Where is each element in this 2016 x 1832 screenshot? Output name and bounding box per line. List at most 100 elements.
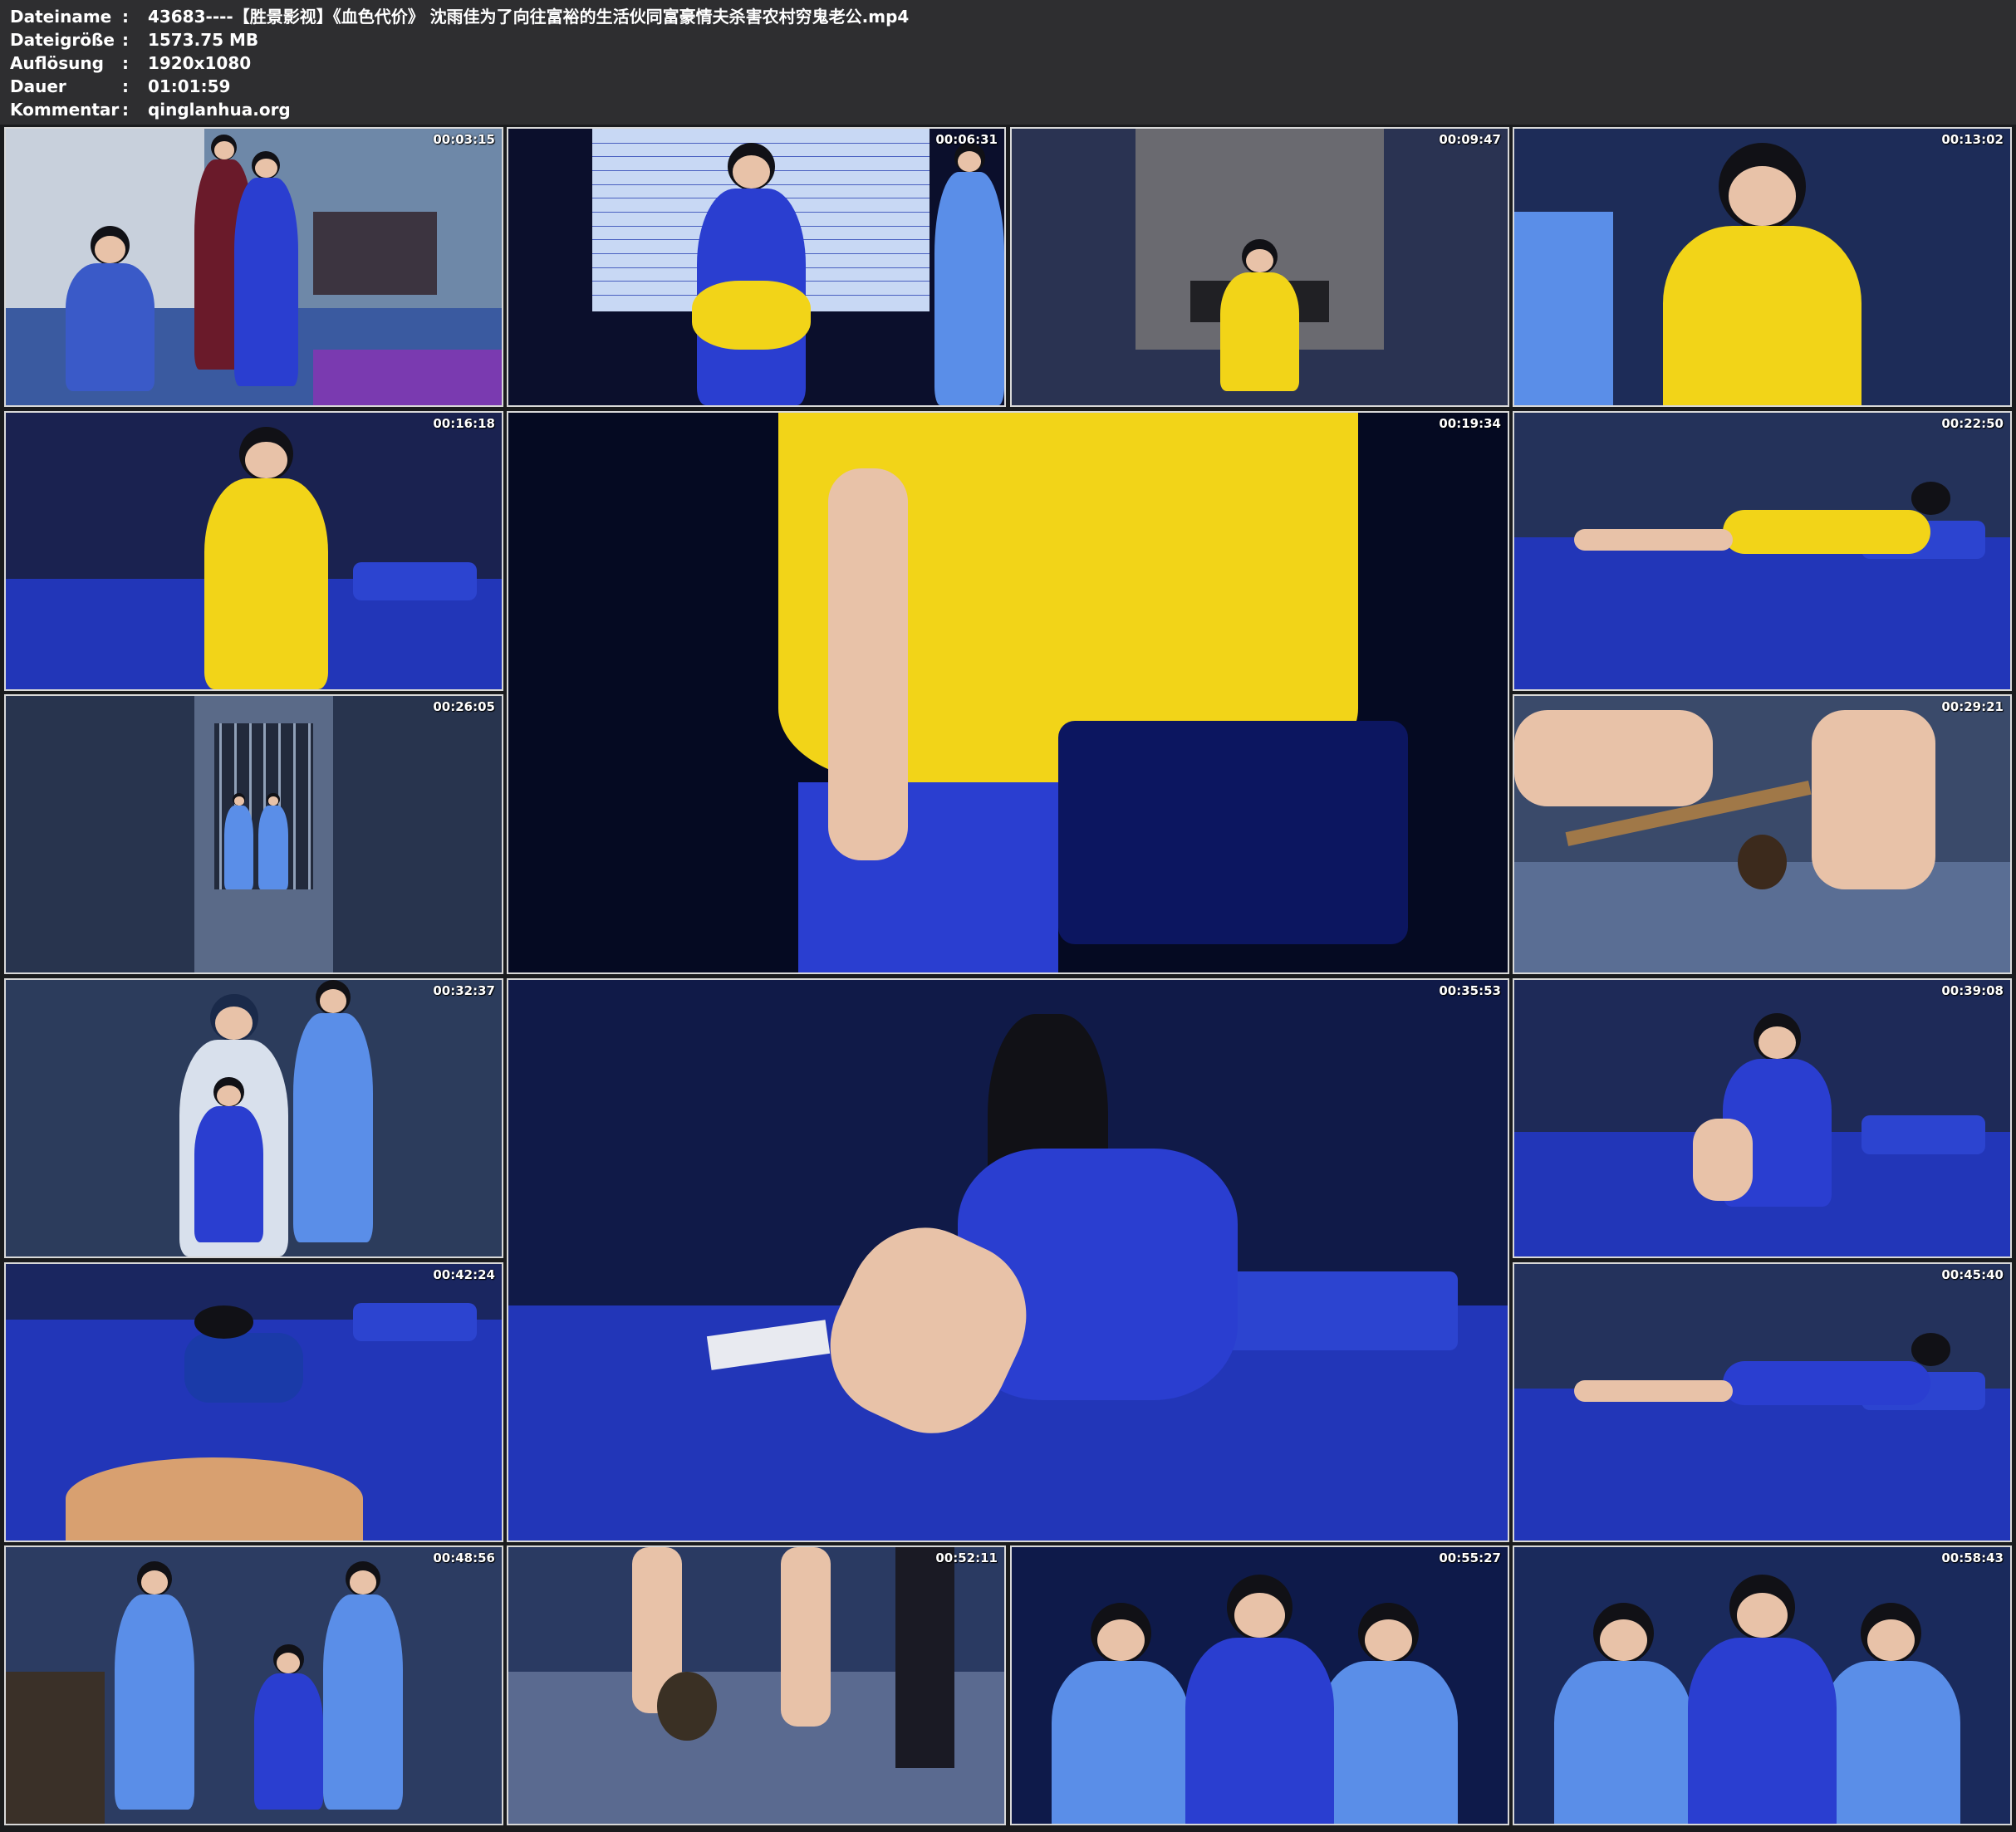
thumbnail-timestamp: 00:39:08 <box>1941 983 2004 998</box>
officer-embrace-face <box>215 1007 253 1040</box>
video-thumbnail[interactable]: 00:29:21 <box>1513 694 2012 974</box>
thumbnail-scene-interrogation <box>1012 129 1508 405</box>
woman-closeup-face <box>1728 166 1797 226</box>
meta-colon: : <box>121 76 129 96</box>
meta-colon: : <box>121 30 129 50</box>
thumbnail-timestamp: 00:22:50 <box>1941 416 2004 431</box>
thumbnail-timestamp: 00:29:21 <box>1941 699 2004 714</box>
video-thumbnail[interactable]: 00:19:34 <box>507 411 1509 974</box>
video-thumbnail[interactable]: 00:32:37 <box>4 978 503 1258</box>
meta-value-filename: 43683----【胜景影视】《血色代价》 沈雨佳为了向往富裕的生活伙同富豪情夫… <box>147 7 910 27</box>
woman-face <box>245 441 287 479</box>
officer-b-body <box>258 805 289 890</box>
desk <box>313 211 438 295</box>
video-thumbnail[interactable]: 00:13:02 <box>1513 127 2012 407</box>
height-line <box>592 142 930 144</box>
thumbnail-timestamp: 00:06:31 <box>935 132 998 147</box>
video-thumbnail[interactable]: 00:06:31 <box>507 127 1006 407</box>
thumbnail-scene-closeup-yellow <box>1514 129 2010 405</box>
bed <box>1514 536 2010 689</box>
thumbnail-scene-bed-lying <box>1514 413 2010 689</box>
woman-blue-body <box>233 178 299 386</box>
cell-bar <box>293 723 297 890</box>
anvil <box>1737 834 1788 890</box>
video-thumbnail[interactable]: 00:35:53 <box>507 978 1509 1542</box>
officer-standing-face <box>319 989 347 1014</box>
video-thumbnail[interactable]: 00:39:08 <box>1513 978 2012 1258</box>
woman-face <box>733 155 770 189</box>
cell-bar <box>218 723 222 890</box>
leg-right <box>781 1547 831 1727</box>
video-thumbnail[interactable]: 00:26:05 <box>4 694 503 974</box>
officer-left-body <box>115 1594 194 1810</box>
video-thumbnail[interactable]: 00:45:40 <box>1513 1262 2012 1542</box>
thumbnail-timestamp: 00:16:18 <box>433 416 495 431</box>
woman-head <box>194 1305 254 1339</box>
pillow <box>1208 1271 1458 1350</box>
video-thumbnail[interactable]: 00:22:50 <box>1513 411 2012 691</box>
officer-left-face <box>140 1570 169 1594</box>
thumbnail-timestamp: 00:13:02 <box>1941 132 2004 147</box>
officer-b-face <box>268 796 279 806</box>
woman-legs <box>1573 528 1733 551</box>
woman-legs <box>1573 1379 1733 1403</box>
meta-colon: : <box>121 53 129 73</box>
thumbnail-scene-group-standing <box>6 1547 502 1824</box>
woman-lying-body <box>1722 509 1931 554</box>
meta-colon: : <box>121 7 129 27</box>
thumbnail-scene-group-front-2 <box>1514 1547 2010 1824</box>
thumbnail-scene-room <box>6 129 502 405</box>
thumbnail-timestamp: 00:55:27 <box>1439 1550 1501 1565</box>
thumbnail-timestamp: 00:45:40 <box>1941 1267 2004 1282</box>
meta-value-comment: qinglanhua.org <box>147 100 291 120</box>
officer-a-body <box>223 805 254 890</box>
video-thumbnail[interactable]: 00:52:11 <box>507 1545 1006 1825</box>
officer-right-body <box>323 1594 403 1810</box>
officer-arm <box>1514 211 1614 405</box>
officer-legs <box>895 1547 955 1769</box>
officer-kneeling-face <box>95 236 125 263</box>
thumbnail-scene-officers <box>6 980 502 1256</box>
video-thumbnail[interactable]: 00:48:56 <box>4 1545 503 1825</box>
thumbnail-grid: 00:03:15 00:06:31 00:09:47 00:13:02 00:16:18… <box>0 125 2016 1832</box>
woman-head <box>1911 1333 1951 1367</box>
thumbnail-scene-bed-lying-2 <box>1514 1264 2010 1541</box>
pillow <box>352 1302 478 1342</box>
meta-row-resolution: Auflösung : 1920x1080 <box>10 51 251 75</box>
video-thumbnail[interactable]: 00:03:15 <box>4 127 503 407</box>
woman-lying-body <box>1722 1360 1931 1405</box>
officer-right-body <box>1319 1660 1459 1824</box>
prisoner-center-body <box>1185 1637 1335 1824</box>
woman-knees <box>65 1457 363 1541</box>
meta-row-filename: Dateiname : 43683----【胜景影视】《血色代价》 沈雨佳为了向… <box>10 5 909 28</box>
thumbnail-timestamp: 00:52:11 <box>935 1550 998 1565</box>
woman-body <box>204 478 329 689</box>
officer-left-face <box>1599 1619 1647 1661</box>
officer-right-face <box>349 1570 377 1594</box>
prisoner-center-face <box>1737 1592 1788 1638</box>
video-thumbnail[interactable]: 00:16:18 <box>4 411 503 691</box>
meta-value-duration: 01:01:59 <box>147 76 231 96</box>
thumbnail-scene-large-yellow <box>508 413 1508 972</box>
video-thumbnail[interactable]: 00:09:47 <box>1010 127 1509 407</box>
thumbnail-timestamp: 00:48:56 <box>433 1550 495 1565</box>
thumbnail-scene-height-chart <box>508 129 1004 405</box>
prisoner-center-body <box>1687 1637 1837 1824</box>
officer-right-face <box>1867 1619 1915 1661</box>
bed <box>1514 1388 2010 1541</box>
video-thumbnail[interactable]: 00:58:43 <box>1513 1545 2012 1825</box>
thumbnail-timestamp: 00:42:24 <box>433 1267 495 1282</box>
video-thumbnail[interactable]: 00:42:24 <box>4 1262 503 1542</box>
woman-body <box>1219 272 1300 392</box>
anvil <box>657 1671 717 1741</box>
thumbnail-scene-shackle <box>1514 696 2010 972</box>
pillow <box>1861 1115 1986 1154</box>
file-info-header: Dateiname : 43683----【胜景影视】《血色代价》 沈雨佳为了向… <box>0 0 2016 125</box>
arm <box>827 468 909 861</box>
woman-face <box>1758 1026 1796 1060</box>
woman-red-face <box>213 141 234 159</box>
video-thumbnail[interactable]: 00:55:27 <box>1010 1545 1509 1825</box>
officer-right-body <box>1822 1660 1961 1824</box>
purple-bed <box>313 350 502 405</box>
officer-kneeling-body <box>65 262 155 392</box>
